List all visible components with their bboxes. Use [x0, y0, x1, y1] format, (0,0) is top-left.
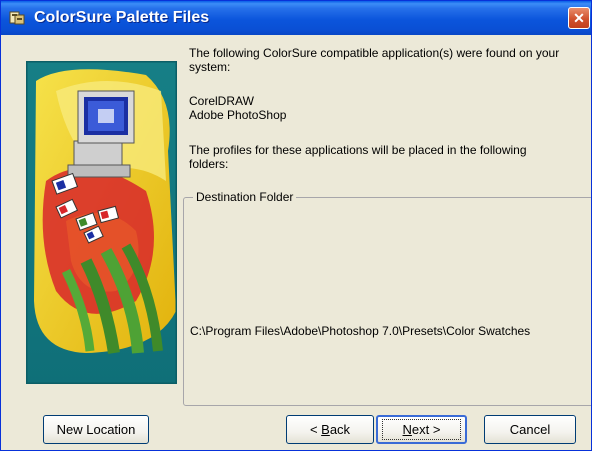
application-item: CorelDRAW	[189, 94, 254, 108]
application-list: CorelDRAW Adobe PhotoShop	[189, 94, 286, 122]
back-accelerator: B	[321, 422, 330, 437]
profiles-note-line-1: The profiles for these applications will…	[189, 143, 527, 157]
back-label: < Back	[287, 416, 373, 443]
intro-line-1: The following ColorSure compatible appli…	[189, 46, 560, 60]
computer-with-color-swatches-artwork	[26, 61, 177, 384]
new-location-label: New Location	[56, 422, 136, 437]
cancel-button[interactable]: Cancel	[484, 415, 576, 444]
destination-folder-group	[183, 197, 591, 406]
application-item: Adobe PhotoShop	[189, 108, 287, 122]
title-bar[interactable]: ColorSure Palette Files ✕	[1, 1, 591, 35]
back-arrow-text: <	[309, 422, 322, 437]
profiles-note: The profiles for these applications will…	[189, 143, 527, 171]
destination-folder-legend: Destination Folder	[193, 190, 297, 204]
colorsure-palette-dialog: ColorSure Palette Files ✕ The following …	[0, 0, 592, 451]
next-label: Next >	[382, 419, 461, 440]
cancel-label: Cancel	[509, 422, 551, 437]
next-label-rest: ext >	[411, 422, 441, 437]
next-button[interactable]: Next >	[376, 415, 467, 444]
intro-line-2: system:	[189, 60, 231, 74]
close-x-icon: ✕	[573, 10, 585, 26]
next-accelerator: N	[402, 422, 412, 437]
profiles-note-line-2: folders:	[189, 157, 229, 171]
new-location-button[interactable]: New Location	[43, 415, 149, 444]
destination-path: C:\Program Files\Adobe\Photoshop 7.0\Pre…	[190, 324, 531, 338]
installer-app-icon	[9, 11, 25, 25]
close-button[interactable]: ✕	[568, 7, 590, 29]
window-title: ColorSure Palette Files	[34, 9, 210, 26]
back-label-rest: ack	[329, 422, 351, 437]
back-button[interactable]: < Back	[286, 415, 374, 444]
intro-text: The following ColorSure compatible appli…	[189, 46, 559, 74]
